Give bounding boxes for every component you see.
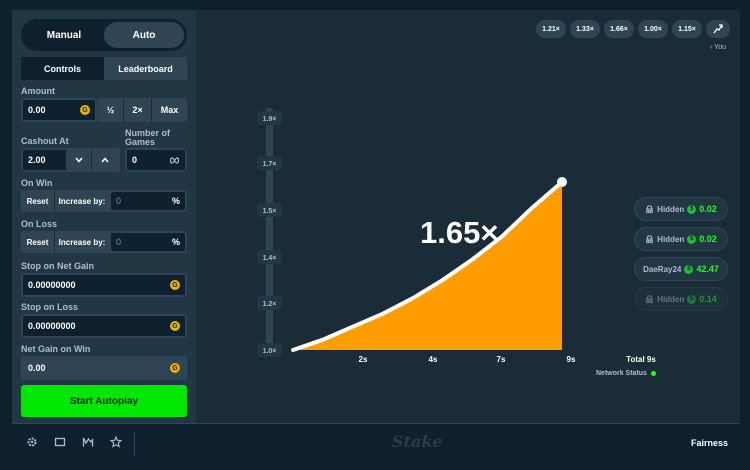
x-tick-label: 7s <box>497 355 506 364</box>
stats-icon[interactable] <box>82 436 96 450</box>
player-name: Hidden <box>657 234 685 244</box>
incognito-icon <box>646 235 654 243</box>
total-time-label: Total 9s <box>626 355 656 364</box>
crash-chart: 1.0× 1.2× 1.4× 1.5× 1.7× 1.9× 1.65× 2s 4s 7s 9s T… <box>257 108 656 364</box>
y-tick: 1.9× <box>257 111 282 125</box>
incognito-icon <box>646 295 654 303</box>
y-tick-label: 1.2× <box>263 301 277 308</box>
x-tick-label: 9s <box>567 355 576 364</box>
player-amount: 42.47 <box>696 264 719 274</box>
network-status-label: Network Status <box>596 370 647 377</box>
y-tick: 1.7× <box>257 156 282 170</box>
player-amount: 0.14 <box>699 294 717 304</box>
y-tick: 1.0× <box>257 343 282 357</box>
player-name: Hidden <box>657 204 685 214</box>
stake-logo: Stake <box>392 432 443 451</box>
currency-icon: $ <box>687 234 697 244</box>
theatre-mode-icon[interactable] <box>54 436 68 450</box>
y-tick-label: 1.9× <box>263 116 277 123</box>
player-name: Hidden <box>657 294 685 304</box>
y-tick-label: 1.0× <box>263 348 277 355</box>
y-tick: 1.2× <box>257 296 282 310</box>
incognito-icon <box>646 205 654 213</box>
currency-icon: $ <box>684 264 694 274</box>
player-name: DaeRay24 <box>643 264 682 274</box>
game-window: Manual Auto Controls Leaderboard Amount … <box>12 10 740 462</box>
y-tick: 1.5× <box>257 203 282 217</box>
currency-icon: $ <box>687 294 697 304</box>
player-chip[interactable]: Hidden $0.02 <box>634 197 728 221</box>
y-tick-label: 1.4× <box>263 255 277 262</box>
player-amount: 0.02 <box>699 204 717 214</box>
y-tick: 1.4× <box>257 250 282 264</box>
multiplier-area <box>293 182 562 350</box>
player-chip[interactable]: Hidden $0.02 <box>634 227 728 251</box>
bottom-bar: Stake Fairness <box>12 423 740 462</box>
player-chip[interactable]: Hidden $0.14 <box>634 287 728 311</box>
star-icon[interactable] <box>109 435 124 450</box>
fairness-link[interactable]: Fairness <box>691 438 728 448</box>
status-dot-icon <box>650 371 656 376</box>
player-list: Hidden $0.02 Hidden $0.02 DaeRay24 $42.47 Hidd… <box>634 197 728 317</box>
network-status: Network Status <box>596 370 656 377</box>
y-tick-label: 1.5× <box>263 208 277 215</box>
x-tick-label: 4s <box>429 355 438 364</box>
gear-icon[interactable] <box>26 436 40 450</box>
divider <box>134 432 135 456</box>
multiplier-endpoint <box>557 177 567 187</box>
currency-icon: $ <box>687 204 697 214</box>
player-amount: 0.02 <box>699 234 717 244</box>
current-multiplier: 1.65× <box>420 215 498 250</box>
y-tick-label: 1.7× <box>263 161 277 168</box>
player-chip[interactable]: DaeRay24 $42.47 <box>634 257 728 281</box>
x-tick-label: 2s <box>359 355 368 364</box>
